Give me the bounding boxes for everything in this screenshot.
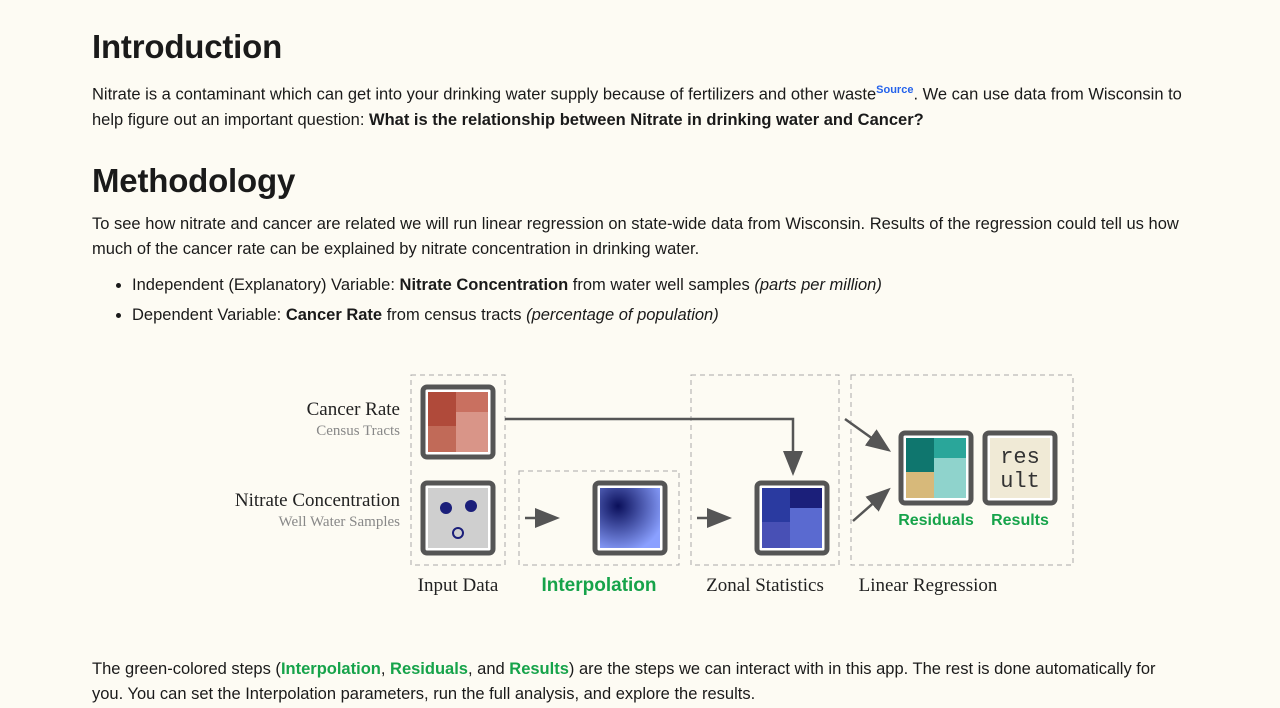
result-text-line2: ult — [1000, 469, 1040, 494]
footer-paragraph: The green-colored steps (Interpolation, … — [92, 657, 1188, 708]
residuals-keyword: Residuals — [390, 660, 468, 678]
list-item: Dependent Variable: Cancer Rate from cen… — [132, 301, 1188, 329]
arrow-icon — [853, 491, 887, 521]
zonal-tile-icon — [757, 483, 827, 553]
nitrate-tile-icon — [423, 483, 493, 553]
introduction-heading: Introduction — [92, 28, 1188, 66]
intro-question: What is the relationship between Nitrate… — [369, 111, 924, 129]
step-zonal-label: Zonal Statistics — [706, 575, 824, 596]
cancer-rate-tile-icon — [423, 387, 493, 457]
source-link[interactable]: Source — [876, 84, 913, 96]
nitrate-label: Nitrate Concentration — [235, 490, 401, 511]
results-keyword: Results — [509, 660, 569, 678]
arrow-icon — [505, 419, 793, 471]
cancer-rate-sub: Census Tracts — [316, 423, 400, 439]
introduction-paragraph: Nitrate is a contaminant which can get i… — [92, 78, 1188, 134]
residuals-label: Residuals — [898, 512, 974, 529]
residuals-tile-icon — [901, 433, 971, 503]
step-interp-label: Interpolation — [541, 575, 656, 596]
introduction-section: Introduction Nitrate is a contaminant wh… — [92, 28, 1188, 134]
workflow-svg: Cancer Rate Census Tracts Nitrate Concen… — [205, 363, 1075, 613]
result-tile-icon: res ult — [985, 433, 1055, 503]
methodology-paragraph: To see how nitrate and cancer are relate… — [92, 212, 1188, 263]
nitrate-sub: Well Water Samples — [279, 514, 401, 530]
interpolation-keyword: Interpolation — [281, 660, 381, 678]
step-linreg-label: Linear Regression — [859, 575, 998, 596]
variable-list: Independent (Explanatory) Variable: Nitr… — [132, 271, 1188, 329]
methodology-diagram: Cancer Rate Census Tracts Nitrate Concen… — [92, 363, 1188, 613]
methodology-section: Methodology To see how nitrate and cance… — [92, 162, 1188, 708]
results-label: Results — [991, 512, 1049, 529]
result-text-line1: res — [1000, 445, 1040, 470]
methodology-heading: Methodology — [92, 162, 1188, 200]
step-input-label: Input Data — [418, 575, 499, 596]
list-item: Independent (Explanatory) Variable: Nitr… — [132, 271, 1188, 299]
interpolation-tile-icon — [595, 483, 665, 553]
cancer-rate-label: Cancer Rate — [307, 399, 400, 420]
